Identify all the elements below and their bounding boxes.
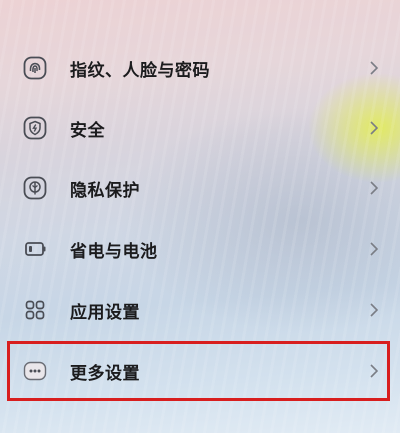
fingerprint-icon xyxy=(23,56,47,80)
battery-icon xyxy=(23,237,47,261)
settings-item-label: 应用设置 xyxy=(70,302,140,323)
chevron-right-icon xyxy=(368,180,380,196)
chevron-right-icon xyxy=(368,120,380,136)
settings-item-label: 指纹、人脸与密码 xyxy=(70,60,210,81)
settings-item-battery[interactable]: 省电与电池 xyxy=(0,221,400,277)
settings-list: 指纹、人脸与密码 安全 隐私保护 省电与电池 应用设置 更多设置 xyxy=(0,0,400,433)
settings-item-privacy[interactable]: 隐私保护 xyxy=(0,160,400,216)
settings-item-fingerprint-face-password[interactable]: 指纹、人脸与密码 xyxy=(0,40,400,96)
privacy-icon xyxy=(23,176,47,200)
settings-item-label: 隐私保护 xyxy=(70,180,140,201)
chevron-right-icon xyxy=(368,60,380,76)
settings-item-label: 安全 xyxy=(70,120,105,141)
chevron-right-icon xyxy=(368,302,380,318)
chevron-right-icon xyxy=(368,241,380,257)
apps-grid-icon xyxy=(23,298,47,322)
highlight-box xyxy=(7,341,390,401)
settings-item-app-settings[interactable]: 应用设置 xyxy=(0,282,400,338)
settings-item-label: 省电与电池 xyxy=(70,241,158,262)
security-shield-icon xyxy=(23,116,47,140)
settings-item-security[interactable]: 安全 xyxy=(0,100,400,156)
